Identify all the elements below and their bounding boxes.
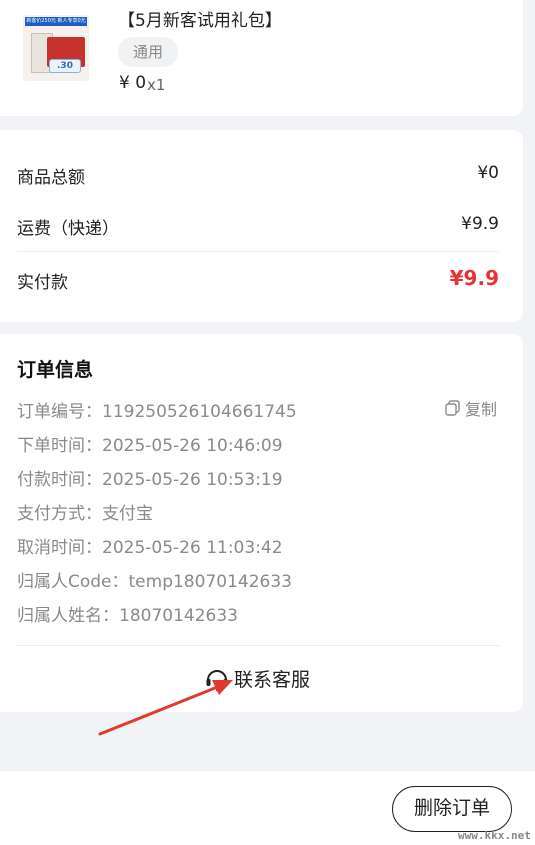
copy-order-number-button[interactable]: 复制 [444,396,497,420]
product-thumbnail[interactable]: 新客价250元 新人专享0元 .30 [23,15,89,81]
owner-name: 归属人姓名：18070142633 [17,606,238,626]
goods-total-row: 商品总额 ¥0 [17,163,499,188]
copy-icon [445,400,460,416]
order-info-card: 订单信息 订单编号：119250526104661745 复制 下单时间：202… [0,334,523,712]
shipping-label: 运费（快递） [17,219,119,239]
copy-label: 复制 [465,400,498,419]
bottom-action-bar: 删除订单 www.kkx.net [0,771,535,845]
shipping-value: ¥9.9 [461,214,499,234]
price-summary-card: 商品总额 ¥0 运费（快递） ¥9.9 实付款 ¥9.9 [0,130,523,322]
product-spec-tag: 通用 [118,37,178,67]
product-title[interactable]: 【5月新客试用礼包】 [118,6,282,31]
order-divider [16,645,500,646]
owner-code: 归属人Code：temp18070142633 [17,572,292,592]
watermark: www.kkx.net [458,829,531,842]
product-price: ¥ 0 [119,73,147,93]
contact-service-label: 联系客服 [234,669,311,691]
goods-total-value: ¥0 [477,163,499,183]
headset-icon [206,669,228,691]
paid-label: 实付款 [17,273,68,293]
order-number: 订单编号：119250526104661745 [17,402,297,422]
product-card[interactable]: 新客价250元 新人专享0元 .30 【5月新客试用礼包】 通用 ¥ 0 x1 [0,0,523,116]
thumbnail-banner: 新客价250元 新人专享0元 [25,17,87,26]
product-quantity: x1 [147,76,166,94]
order-info-heading: 订单信息 [17,359,94,381]
goods-total-label: 商品总额 [17,168,85,188]
thumbnail-badge: .30 [49,59,81,73]
delete-order-button[interactable]: 删除订单 [392,786,512,832]
contact-service-button[interactable]: 联系客服 [204,665,310,692]
order-cancel-time: 取消时间：2025-05-26 11:03:42 [17,538,283,558]
payment-method: 支付方式：支付宝 [17,504,153,524]
paid-row: 实付款 ¥9.9 [17,266,499,293]
shipping-row: 运费（快递） ¥9.9 [17,214,499,239]
order-paid-time: 付款时间：2025-05-26 10:53:19 [17,470,283,490]
paid-value: ¥9.9 [449,266,499,290]
summary-divider [17,251,499,252]
order-created-time: 下单时间：2025-05-26 10:46:09 [17,436,283,456]
